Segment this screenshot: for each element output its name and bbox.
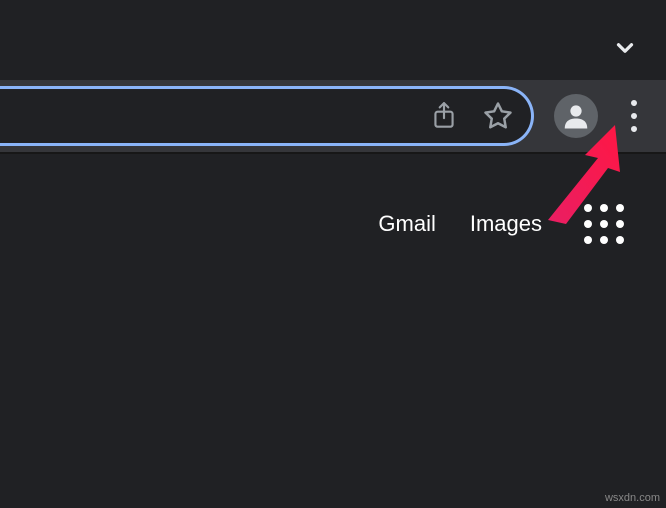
share-button[interactable] <box>431 101 457 131</box>
menu-button[interactable] <box>614 96 654 136</box>
images-link[interactable]: Images <box>470 211 542 237</box>
chevron-down-icon <box>612 35 638 61</box>
share-icon <box>431 101 457 131</box>
address-bar[interactable] <box>0 86 534 146</box>
bookmark-button[interactable] <box>483 101 513 131</box>
watermark: wsxdn.com <box>605 492 660 504</box>
person-icon <box>561 101 591 131</box>
google-header-links: Gmail Images <box>378 204 624 244</box>
grid-icon <box>584 204 592 212</box>
browser-toolbar <box>0 80 666 152</box>
page-content: Gmail Images <box>0 154 666 508</box>
tab-strip <box>0 0 666 80</box>
star-icon <box>483 101 513 131</box>
profile-button[interactable] <box>554 94 598 138</box>
tab-search-dropdown[interactable] <box>612 35 638 66</box>
kebab-menu-icon <box>631 100 637 106</box>
gmail-link[interactable]: Gmail <box>378 211 435 237</box>
google-apps-button[interactable] <box>584 204 624 244</box>
